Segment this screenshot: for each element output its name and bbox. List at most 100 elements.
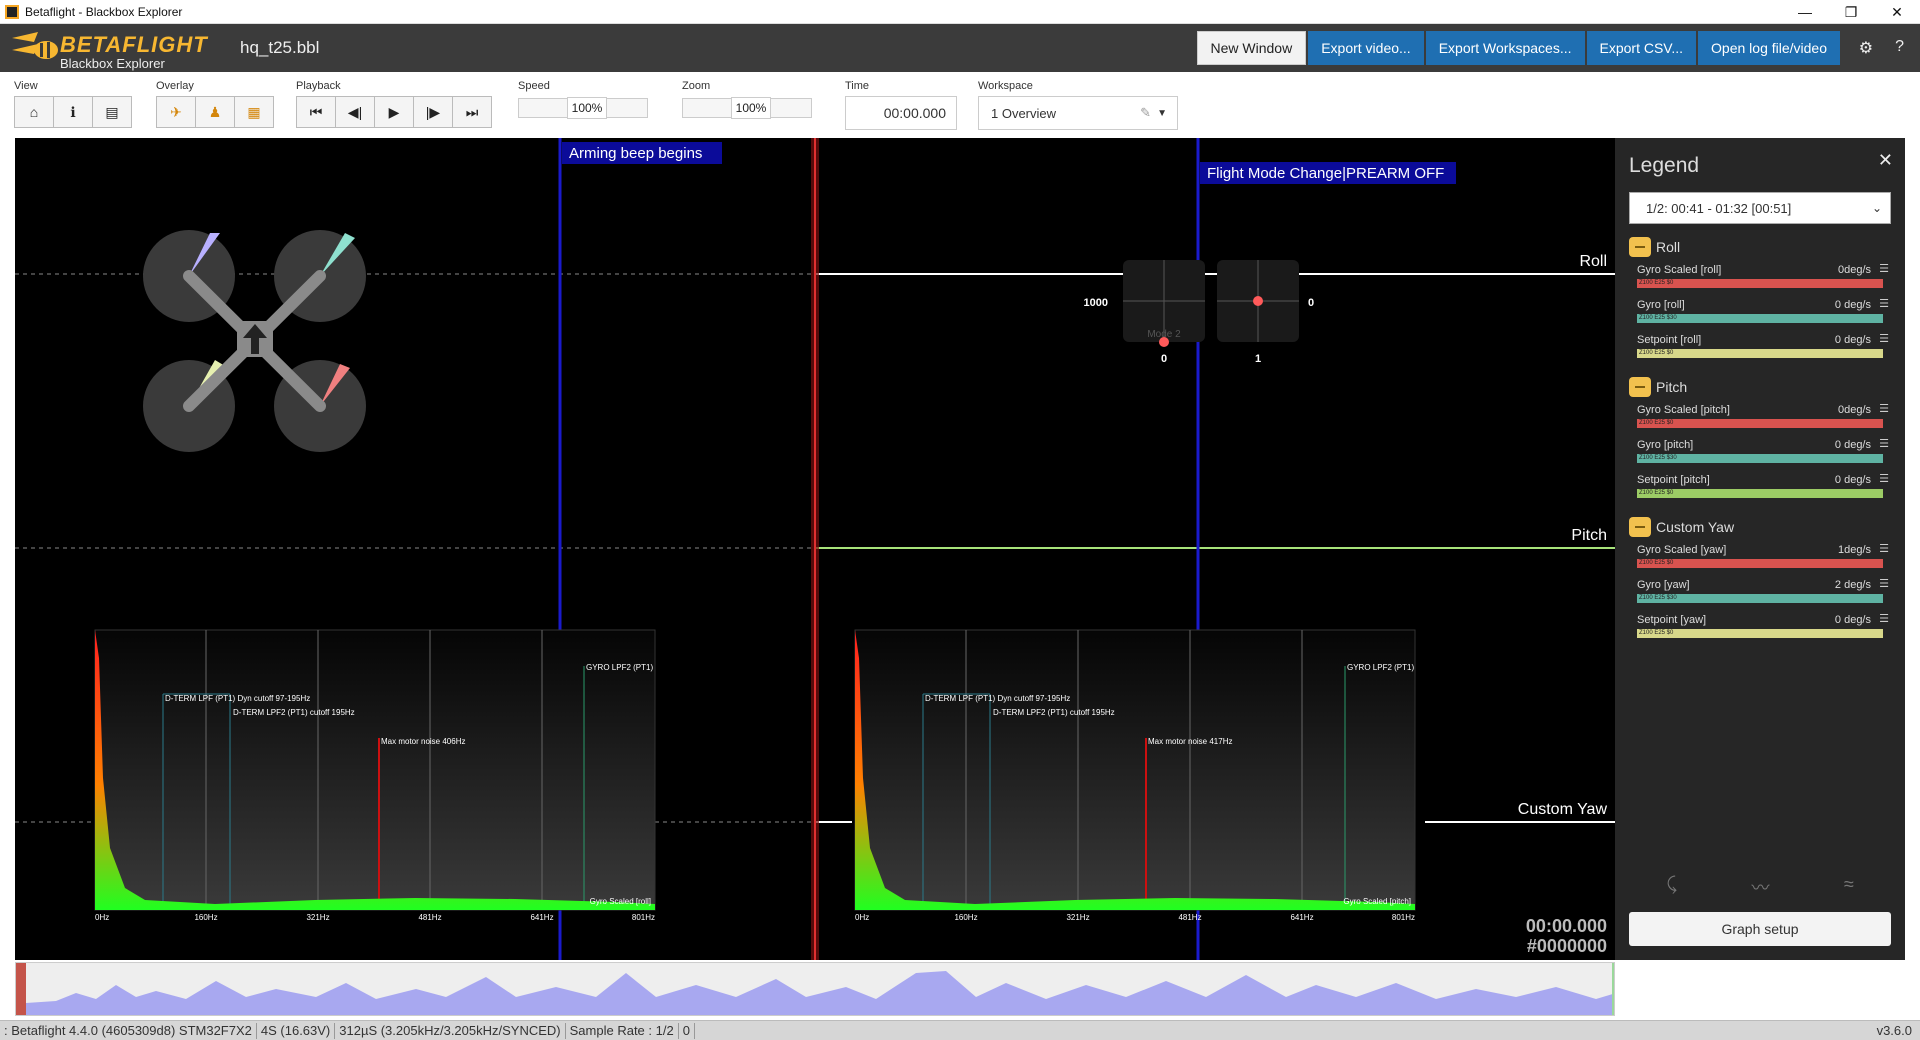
group-toggle-icon[interactable]: [1629, 377, 1651, 397]
spec-left-tick: 0Hz: [95, 913, 109, 922]
sticks-overlay-icon[interactable]: ♟: [195, 96, 235, 128]
status-firmware: : Betaflight 4.4.0 (4605309d8) STM32F7X2: [0, 1022, 257, 1039]
speed-slider[interactable]: 100%: [518, 97, 648, 119]
app-icon: [5, 4, 19, 19]
zoom-graph-icon[interactable]: ⤹: [1666, 874, 1677, 900]
spec-right-tick: 801Hz: [1392, 913, 1415, 922]
legend-field[interactable]: Gyro Scaled [pitch] 0deg/s ☰ Z100 E25 $0: [1629, 398, 1891, 433]
legend-field[interactable]: Gyro Scaled [yaw] 1deg/s ☰ Z100 E25 $0: [1629, 538, 1891, 573]
open-log-button[interactable]: Open log file/video: [1698, 31, 1840, 65]
expand-graph-icon[interactable]: 〰: [1751, 874, 1769, 900]
chevron-down-icon[interactable]: ▼: [1157, 108, 1167, 119]
legend-field[interactable]: Gyro Scaled [roll] 0deg/s ☰ Z100 E25 $0: [1629, 258, 1891, 293]
home-icon[interactable]: ⌂: [14, 96, 54, 128]
spec-left-tick: 481Hz: [418, 913, 441, 922]
field-value: 0 deg/s: [1834, 299, 1871, 311]
craft-overlay-icon[interactable]: ✈: [156, 96, 196, 128]
export-video-button[interactable]: Export video...: [1308, 31, 1424, 65]
field-name: Gyro [pitch]: [1637, 439, 1694, 451]
field-name: Gyro Scaled [yaw]: [1637, 544, 1727, 556]
seek-position-marker: [16, 963, 26, 1015]
export-workspaces-button[interactable]: Export Workspaces...: [1425, 31, 1585, 65]
stick-left-bottom: 0: [1161, 353, 1167, 365]
field-value: 0 deg/s: [1834, 439, 1871, 451]
maximize-button[interactable]: ❐: [1828, 0, 1874, 24]
analyser-icon[interactable]: ☰: [1879, 332, 1889, 345]
spec-right-dterm-lpf2: D-TERM LPF2 (PT1) cutoff 195Hz: [993, 708, 1115, 717]
pencil-icon[interactable]: ✎: [1140, 105, 1151, 121]
speed-value[interactable]: 100%: [567, 97, 607, 119]
legend-field[interactable]: Setpoint [roll] 0 deg/s ☰ Z100 E25 $0: [1629, 328, 1891, 363]
seek-bar[interactable]: [15, 962, 1615, 1016]
play-icon[interactable]: ▶: [374, 96, 414, 128]
help-icon[interactable]: ?: [1895, 38, 1904, 58]
chevron-down-icon[interactable]: ⌄: [1872, 201, 1882, 215]
status-battery: 4S (16.63V): [257, 1022, 336, 1039]
analyser-icon[interactable]: ☰: [1879, 472, 1889, 485]
step-forward-icon[interactable]: |▶: [413, 96, 453, 128]
info-icon[interactable]: ℹ: [53, 96, 93, 128]
graph-setup-button[interactable]: Graph setup: [1629, 912, 1891, 946]
field-name: Gyro Scaled [pitch]: [1637, 404, 1730, 416]
jump-start-icon[interactable]: ⏮: [296, 96, 336, 128]
app-header: BETAFLIGHT Blackbox Explorer hq_t25.bbl …: [0, 24, 1920, 72]
spec-right-tick: 0Hz: [855, 913, 869, 922]
group-toggle-icon[interactable]: [1629, 517, 1651, 537]
analyser-overlay-icon[interactable]: ▦: [234, 96, 274, 128]
legend-panel: Legend ✕ 1/2: 00:41 - 01:32 [00:51] ⌄ Ro…: [1615, 138, 1905, 960]
minimize-button[interactable]: —: [1782, 0, 1828, 24]
analyser-icon[interactable]: ☰: [1879, 437, 1889, 450]
zoom-value[interactable]: 100%: [731, 97, 771, 119]
graph-canvas[interactable]: Roll Pitch Custom Yaw Arming beep begins…: [15, 138, 1615, 960]
analyser-icon[interactable]: ☰: [1879, 612, 1889, 625]
stick-right-value: 0: [1308, 297, 1314, 309]
legend-field[interactable]: Gyro [yaw] 2 deg/s ☰ Z100 E25 $30: [1629, 573, 1891, 608]
craft-overlay: [143, 230, 366, 452]
smoothing-graph-icon[interactable]: ≈: [1844, 874, 1854, 900]
field-bar: Z100 E25 $0: [1637, 489, 1883, 498]
spec-left-tick: 801Hz: [632, 913, 655, 922]
close-icon[interactable]: ✕: [1878, 150, 1893, 171]
workspace-select[interactable]: 1 Overview ✎ ▼: [978, 96, 1178, 130]
status-sample-rate: Sample Rate : 1/2: [566, 1022, 679, 1039]
jump-end-icon[interactable]: ⏭: [452, 96, 492, 128]
step-back-icon[interactable]: ◀|: [335, 96, 375, 128]
zoom-slider[interactable]: 100%: [682, 97, 812, 119]
group-toggle-icon[interactable]: [1629, 237, 1651, 257]
spec-left-gyro-lpf2: GYRO LPF2 (PT1): [586, 663, 653, 672]
legend-field[interactable]: Setpoint [yaw] 0 deg/s ☰ Z100 E25 $0: [1629, 608, 1891, 643]
spec-left-dterm-lpf: D-TERM LPF (PT1) Dyn cutoff 97-195Hz: [165, 694, 310, 703]
gear-icon[interactable]: ⚙: [1859, 38, 1873, 58]
legend-field[interactable]: Setpoint [pitch] 0 deg/s ☰ Z100 E25 $0: [1629, 468, 1891, 503]
betaflight-logo: BETAFLIGHT Blackbox Explorer: [8, 28, 207, 71]
close-window-button[interactable]: ✕: [1874, 0, 1920, 24]
new-window-button[interactable]: New Window: [1196, 31, 1307, 65]
brand-name: BETAFLIGHT: [60, 32, 208, 57]
field-value: 0 deg/s: [1834, 614, 1871, 626]
log-range-select[interactable]: 1/2: 00:41 - 01:32 [00:51] ⌄: [1629, 192, 1891, 224]
legend-group-title: Custom Yaw: [1656, 519, 1735, 535]
analyser-icon[interactable]: ☰: [1879, 262, 1889, 275]
legend-title: Legend: [1629, 154, 1700, 177]
time-input[interactable]: 00:00.000: [845, 96, 957, 130]
zoom-label: Zoom: [682, 80, 711, 92]
time-readout-value: 00:00.000: [1525, 916, 1607, 936]
export-csv-button[interactable]: Export CSV...: [1586, 31, 1697, 65]
analyser-icon[interactable]: ☰: [1879, 542, 1889, 555]
field-value: 0 deg/s: [1834, 334, 1871, 346]
spectrum-analyser-right: D-TERM LPF (PT1) Dyn cutoff 97-195Hz D-T…: [854, 629, 1416, 922]
legend-group-title: Pitch: [1656, 379, 1688, 395]
field-value: 1deg/s: [1837, 544, 1871, 556]
analyser-icon[interactable]: ☰: [1879, 297, 1889, 310]
analyser-icon[interactable]: ☰: [1879, 577, 1889, 590]
time-label: Time: [845, 80, 870, 92]
field-bar: Z100 E25 $0: [1637, 279, 1883, 288]
table-icon[interactable]: ▤: [92, 96, 132, 128]
frame-readout-value: #0000000: [1526, 936, 1607, 956]
spec-right-tick: 641Hz: [1290, 913, 1313, 922]
analyser-icon[interactable]: ☰: [1879, 402, 1889, 415]
legend-field[interactable]: Gyro [pitch] 0 deg/s ☰ Z100 E25 $30: [1629, 433, 1891, 468]
spec-right-tick: 160Hz: [954, 913, 977, 922]
legend-field[interactable]: Gyro [roll] 0 deg/s ☰ Z100 E25 $30: [1629, 293, 1891, 328]
field-name: Setpoint [pitch]: [1637, 474, 1710, 486]
